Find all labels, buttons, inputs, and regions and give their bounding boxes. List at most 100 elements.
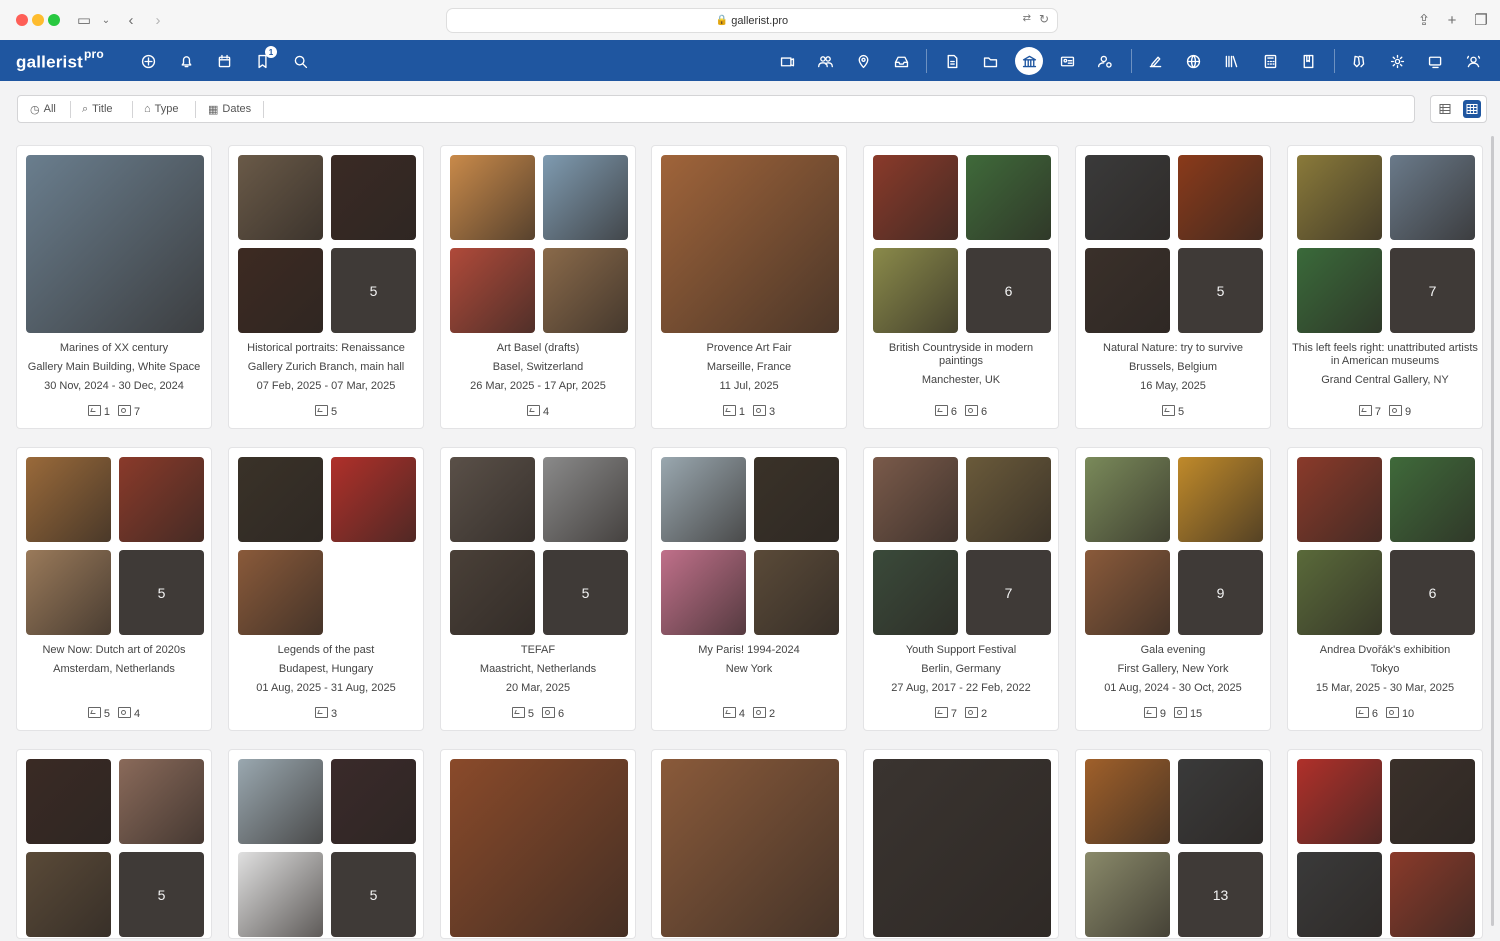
artwork-thumbnail[interactable] — [1390, 852, 1475, 937]
artwork-thumbnail[interactable] — [26, 550, 111, 635]
user-settings-icon[interactable] — [1095, 51, 1115, 71]
exhibition-card[interactable]: 6 British Countryside in modern paintings… — [863, 145, 1059, 429]
artwork-thumbnail[interactable] — [1085, 550, 1170, 635]
artwork-thumbnail[interactable] — [1178, 457, 1263, 542]
artwork-thumbnail[interactable] — [1178, 759, 1263, 844]
exhibition-card[interactable]: Art Basel (drafts) Basel, Switzerland 26 M… — [440, 145, 636, 429]
artwork-thumbnail[interactable] — [754, 457, 839, 542]
artwork-thumbnail[interactable] — [543, 155, 628, 240]
book-icon[interactable] — [1298, 51, 1318, 71]
artwork-thumbnail[interactable] — [238, 550, 323, 635]
artwork-thumbnail[interactable] — [1297, 550, 1382, 635]
exhibition-card[interactable]: Marines of XX century Gallery Main Buildi… — [16, 145, 212, 429]
artwork-thumbnail[interactable] — [754, 550, 839, 635]
artwork-thumbnail[interactable] — [26, 852, 111, 937]
artwork-thumbnail[interactable] — [873, 759, 1051, 937]
more-artworks-tile[interactable]: 7 — [966, 550, 1051, 635]
scrollbar[interactable] — [1491, 136, 1494, 926]
exhibition-card[interactable]: 5 TEFAF Maastricht, Netherlands 20 Mar, 202… — [440, 447, 636, 731]
artwork-thumbnail[interactable] — [1297, 852, 1382, 937]
exhibition-card[interactable]: 6 Andrea Dvořák's exhibition Tokyo 15 Mar, … — [1287, 447, 1483, 731]
more-artworks-tile[interactable]: 5 — [119, 852, 204, 937]
tags-icon[interactable] — [1348, 51, 1368, 71]
artwork-thumbnail[interactable] — [873, 457, 958, 542]
artwork-thumbnail[interactable] — [873, 550, 958, 635]
artwork-thumbnail[interactable] — [966, 155, 1051, 240]
artwork-thumbnail[interactable] — [26, 759, 111, 844]
zoom-window-button[interactable] — [48, 14, 60, 26]
artwork-thumbnail[interactable] — [238, 248, 323, 333]
artwork-thumbnail[interactable] — [26, 155, 204, 333]
artwork-thumbnail[interactable] — [238, 155, 323, 240]
tab-overview-icon[interactable]: ❐ — [1471, 10, 1491, 30]
more-artworks-tile[interactable]: 6 — [1390, 550, 1475, 635]
exhibition-card[interactable]: 7 Youth Support Festival Berlin, Germany 27… — [863, 447, 1059, 731]
user-switch-icon[interactable] — [1463, 51, 1483, 71]
sidebar-toggle-icon[interactable]: ▭ — [74, 10, 94, 30]
artwork-thumbnail[interactable] — [450, 550, 535, 635]
chevron-down-icon[interactable]: ⌄ — [96, 10, 116, 30]
exhibition-card[interactable]: 5 Historical portraits: Renaissance Galler… — [228, 145, 424, 429]
artwork-thumbnail[interactable] — [119, 457, 204, 542]
more-artworks-tile[interactable]: 5 — [1178, 248, 1263, 333]
exhibition-card[interactable]: My Paris! 1994-2024 New York 4 2 — [651, 447, 847, 731]
new-tab-icon[interactable]: + — [1442, 10, 1462, 30]
artwork-thumbnail[interactable] — [238, 457, 323, 542]
artwork-thumbnail[interactable] — [450, 457, 535, 542]
artwork-thumbnail[interactable] — [331, 457, 416, 542]
calculator-icon[interactable] — [1260, 51, 1280, 71]
more-artworks-tile[interactable]: 5 — [543, 550, 628, 635]
exhibition-card[interactable] — [440, 749, 636, 939]
artwork-thumbnail[interactable] — [26, 457, 111, 542]
contact-card-icon[interactable] — [1057, 51, 1077, 71]
artwork-thumbnail[interactable] — [1085, 457, 1170, 542]
users-icon[interactable] — [815, 51, 835, 71]
artwork-thumbnail[interactable] — [1085, 759, 1170, 844]
bell-icon[interactable] — [176, 51, 196, 71]
artwork-thumbnail[interactable] — [238, 759, 323, 844]
search-icon[interactable] — [290, 51, 310, 71]
artwork-thumbnail[interactable] — [1085, 155, 1170, 240]
forward-icon[interactable]: › — [148, 10, 168, 30]
address-bar[interactable]: 🔒 gallerist.pro ⇄ ↻ — [446, 8, 1058, 33]
exhibition-card[interactable]: 13 — [1075, 749, 1271, 939]
calendar-icon[interactable] — [214, 51, 234, 71]
document-icon[interactable] — [942, 51, 962, 71]
artworks-icon[interactable] — [777, 51, 797, 71]
exhibition-card[interactable]: 5 — [228, 749, 424, 939]
artwork-thumbnail[interactable] — [1390, 155, 1475, 240]
artwork-thumbnail[interactable] — [1297, 457, 1382, 542]
artwork-thumbnail[interactable] — [1085, 248, 1170, 333]
globe-icon[interactable] — [1183, 51, 1203, 71]
grid-view-button[interactable] — [1463, 100, 1481, 118]
close-window-button[interactable] — [16, 14, 28, 26]
artwork-thumbnail[interactable] — [1178, 155, 1263, 240]
more-artworks-tile[interactable]: 7 — [1390, 248, 1475, 333]
artwork-thumbnail[interactable] — [661, 550, 746, 635]
exhibition-card[interactable]: 7 This left feels right: unattributed art… — [1287, 145, 1483, 429]
share-icon[interactable]: ⇪ — [1414, 10, 1434, 30]
bank-icon[interactable] — [1019, 51, 1039, 71]
artwork-thumbnail[interactable] — [119, 759, 204, 844]
filter-title[interactable]: ⌕ Title — [82, 96, 113, 122]
artwork-thumbnail[interactable] — [543, 248, 628, 333]
exhibition-card[interactable]: 5 Natural Nature: try to survive Brussels,… — [1075, 145, 1271, 429]
artwork-thumbnail[interactable] — [450, 155, 535, 240]
artwork-thumbnail[interactable] — [661, 457, 746, 542]
filter-all[interactable]: ◷ All — [30, 96, 56, 122]
artwork-thumbnail[interactable] — [450, 759, 628, 937]
exhibition-card[interactable]: Provence Art Fair Marseille, France 11 Jul… — [651, 145, 847, 429]
more-artworks-tile[interactable]: 5 — [119, 550, 204, 635]
exhibition-card[interactable] — [651, 749, 847, 939]
signature-icon[interactable] — [1145, 51, 1165, 71]
folder-icon[interactable] — [980, 51, 1000, 71]
back-icon[interactable]: ‹ — [121, 10, 141, 30]
filter-type[interactable]: ⌂ Type — [144, 96, 179, 122]
gear-icon[interactable] — [1387, 51, 1407, 71]
artwork-thumbnail[interactable] — [966, 457, 1051, 542]
app-logo[interactable]: galleristpro — [16, 47, 104, 73]
artwork-thumbnail[interactable] — [1297, 759, 1382, 844]
library-icon[interactable] — [1221, 51, 1241, 71]
filter-dates[interactable]: ▦ Dates — [208, 96, 251, 122]
display-icon[interactable] — [1425, 51, 1445, 71]
